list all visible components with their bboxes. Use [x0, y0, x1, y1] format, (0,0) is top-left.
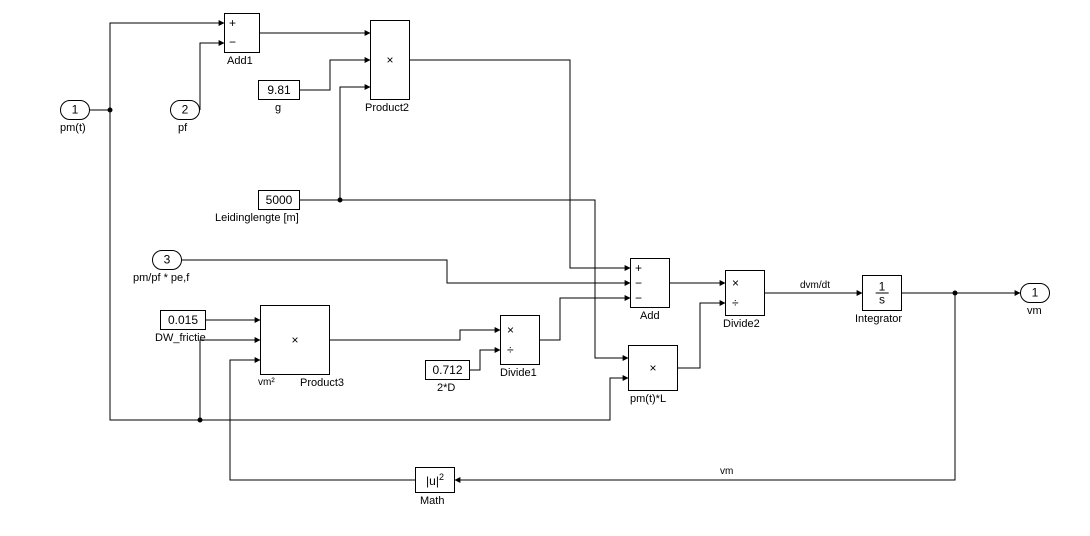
block-add-label: Add: [640, 310, 660, 322]
block-add1-label: Add1: [227, 55, 253, 67]
inport-pf-label: pf: [178, 122, 187, 134]
inport-pef-number: 3: [164, 253, 171, 267]
inport-pmt-label: pm(t): [60, 122, 86, 134]
block-divide2[interactable]: × ÷: [725, 270, 765, 316]
inport-pmt-number: 1: [72, 103, 79, 117]
block-product3-op: ×: [291, 333, 298, 347]
block-divide1-label: Divide1: [500, 367, 537, 379]
inport-pf[interactable]: 2: [170, 100, 200, 120]
const-leidinglengte-label: Leidinglengte [m]: [215, 212, 299, 224]
block-product3-label: Product3: [300, 377, 344, 389]
signal-dvmdt: dvm/dt: [800, 280, 830, 291]
const-leidinglengte-value: 5000: [266, 193, 293, 207]
const-g-label: g: [275, 102, 281, 114]
inport-pef[interactable]: 3: [152, 250, 182, 270]
const-2d-label: 2*D: [437, 382, 455, 394]
block-integrator[interactable]: 1 s: [862, 275, 902, 311]
block-pmtL-op: ×: [649, 361, 656, 375]
block-divide1[interactable]: × ÷: [500, 315, 540, 365]
const-2d-value: 0.712: [432, 363, 462, 377]
block-integrator-disp: 1 s: [876, 281, 889, 306]
block-divide2-label: Divide2: [723, 318, 760, 330]
outport-vm[interactable]: 1: [1020, 283, 1050, 303]
const-dw-frictie[interactable]: 0.015: [160, 310, 206, 330]
outport-vm-label: vm: [1027, 305, 1042, 317]
const-2d[interactable]: 0.712: [425, 360, 470, 380]
block-product3-note: vm²: [258, 377, 275, 388]
block-math[interactable]: |u|2: [415, 467, 455, 493]
block-product2-label: Product2: [365, 102, 409, 114]
block-product2-op: ×: [386, 53, 393, 67]
block-integrator-label: Integrator: [855, 313, 902, 325]
const-dw-frictie-label: DW_frictie: [155, 332, 206, 344]
inport-pef-label: pm/pf * pe,f: [133, 272, 189, 284]
block-pmtL-label: pm(t)*L: [630, 393, 666, 405]
block-product3[interactable]: ×: [260, 305, 330, 375]
const-leidinglengte[interactable]: 5000: [258, 190, 300, 210]
block-add1[interactable]: + −: [224, 13, 260, 53]
block-pmtL[interactable]: ×: [628, 345, 678, 391]
block-add[interactable]: + − −: [630, 258, 670, 308]
const-dw-frictie-value: 0.015: [168, 313, 198, 327]
signal-vm: vm: [720, 466, 733, 477]
const-g[interactable]: 9.81: [258, 80, 300, 100]
inport-pf-number: 2: [182, 103, 189, 117]
block-product2[interactable]: ×: [370, 20, 410, 100]
block-math-label: Math: [420, 495, 444, 507]
block-math-disp: |u|2: [426, 472, 444, 488]
const-g-value: 9.81: [267, 83, 290, 97]
outport-vm-number: 1: [1032, 286, 1039, 300]
inport-pmt[interactable]: 1: [60, 100, 90, 120]
